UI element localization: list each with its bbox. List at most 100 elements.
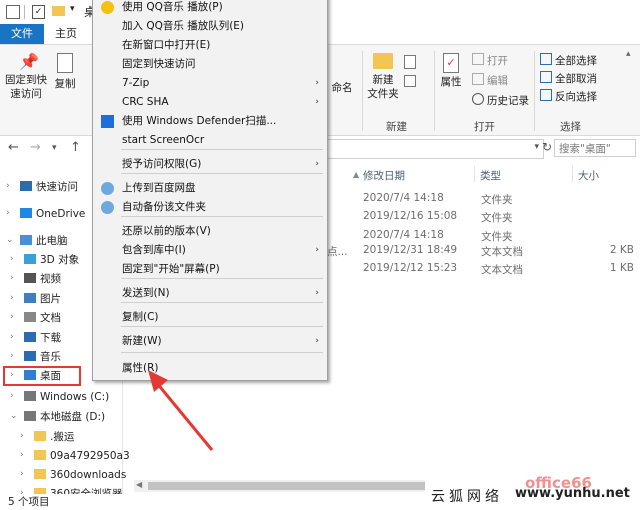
menu-item[interactable]: 加入 QQ音乐 播放队列(E) bbox=[93, 17, 327, 36]
nav-item[interactable]: 360downloads bbox=[34, 466, 126, 484]
menu-item[interactable]: 复制(C) bbox=[93, 308, 327, 327]
nav-item[interactable]: Windows (C:) bbox=[24, 388, 109, 406]
scroll-left-icon[interactable]: ◀ bbox=[136, 480, 142, 489]
menu-item[interactable]: 固定到"开始"屏幕(P) bbox=[93, 260, 327, 279]
expand-chevron-icon[interactable]: › bbox=[10, 312, 14, 322]
nav-item[interactable]: 图片 bbox=[24, 290, 61, 308]
properties-button[interactable]: ✓ 属性 bbox=[438, 53, 464, 89]
expand-chevron-icon[interactable]: › bbox=[20, 450, 24, 460]
menu-item[interactable]: 发送到(N) › bbox=[93, 284, 327, 303]
submenu-arrow-icon: › bbox=[315, 288, 319, 298]
easy-access-icon[interactable] bbox=[404, 75, 416, 87]
nav-item[interactable]: 文档 bbox=[24, 309, 61, 327]
edit-button[interactable]: 编辑 bbox=[472, 73, 508, 88]
recent-dropdown-icon[interactable]: ▾ bbox=[52, 143, 57, 153]
menu-item[interactable]: start ScreenOcr bbox=[93, 131, 327, 150]
nav-item-label: OneDrive bbox=[36, 208, 86, 220]
document-icon bbox=[24, 312, 36, 322]
submenu-arrow-icon: › bbox=[315, 159, 319, 169]
nav-item[interactable]: .搬运 bbox=[34, 428, 74, 446]
search-input[interactable]: 搜索"桌面" bbox=[554, 139, 636, 157]
ribbon-collapse-icon[interactable]: ▴ bbox=[626, 49, 631, 59]
expand-chevron-icon[interactable]: › bbox=[10, 391, 14, 401]
file-name-tail[interactable]: 点... bbox=[327, 244, 348, 259]
qat-dropdown-icon[interactable]: ▾ bbox=[70, 4, 75, 14]
nav-item-label: 下载 bbox=[40, 332, 61, 344]
nav-item[interactable]: 3D 对象 bbox=[24, 251, 79, 269]
expand-chevron-icon[interactable]: › bbox=[10, 254, 14, 264]
menu-item-label: 复制(C) bbox=[122, 311, 159, 323]
menu-item[interactable]: 7-Zip › bbox=[93, 74, 327, 93]
pin-quick-access-button[interactable]: 📌 固定到快 速访问 bbox=[4, 53, 48, 101]
nav-item[interactable]: 下载 bbox=[24, 329, 61, 347]
nav-item-label: 3D 对象 bbox=[40, 254, 80, 266]
expand-chevron-icon[interactable]: › bbox=[20, 431, 24, 441]
group-select-label: 选择 bbox=[560, 121, 581, 133]
nav-item-label: 视频 bbox=[40, 273, 61, 285]
refresh-icon[interactable]: ↻ bbox=[542, 140, 552, 154]
nav-item[interactable]: 09a4792950a3 bbox=[34, 447, 130, 465]
menu-item[interactable]: 新建(W) › bbox=[93, 332, 327, 351]
picture-icon bbox=[24, 293, 36, 303]
new-folder-button[interactable]: 新建 文件夹 bbox=[366, 53, 400, 101]
expand-chevron-icon[interactable]: › bbox=[20, 469, 24, 479]
menu-item[interactable]: 使用 Windows Defender扫描... bbox=[93, 112, 327, 131]
invert-selection-button[interactable]: 反向选择 bbox=[540, 89, 597, 104]
nav-item-label: 09a4792950a3 bbox=[50, 450, 130, 462]
properties-icon: ✓ bbox=[443, 53, 459, 73]
tab-home[interactable]: 主页 bbox=[46, 24, 86, 44]
menu-item[interactable]: 在新窗口中打开(E) bbox=[93, 36, 327, 55]
file-size: 1 KB bbox=[609, 262, 634, 274]
nav-item[interactable]: 视频 bbox=[24, 270, 61, 288]
forward-arrow-icon[interactable]: → bbox=[30, 140, 41, 155]
open-button[interactable]: 打开 bbox=[472, 53, 508, 68]
column-header-date[interactable]: 修改日期 bbox=[363, 168, 405, 183]
menu-item[interactable]: 自动备份该文件夹 bbox=[93, 198, 327, 217]
nav-item[interactable]: 音乐 bbox=[24, 348, 61, 366]
baidu-cloud-icon bbox=[101, 182, 114, 195]
file-date: 2019/12/16 15:08 bbox=[363, 210, 458, 222]
file-type: 文本文档 bbox=[481, 264, 523, 276]
group-new-label: 新建 bbox=[386, 121, 407, 133]
back-arrow-icon[interactable]: ← bbox=[8, 140, 19, 155]
column-header-size[interactable]: 大小 bbox=[578, 168, 599, 183]
expand-chevron-icon[interactable]: › bbox=[10, 332, 14, 342]
select-all-button[interactable]: 全部选择 bbox=[540, 53, 597, 68]
expand-chevron-icon[interactable]: › bbox=[10, 293, 14, 303]
menu-item[interactable]: 使用 QQ音乐 播放(P) bbox=[93, 0, 327, 17]
edit-icon bbox=[472, 73, 484, 85]
menu-item[interactable]: 固定到快速访问 bbox=[93, 55, 327, 74]
menu-item[interactable]: 授予访问权限(G) › bbox=[93, 155, 327, 174]
qat-properties-icon[interactable]: ✓ bbox=[32, 5, 45, 19]
app-icon[interactable] bbox=[6, 5, 20, 19]
menu-item[interactable]: CRC SHA › bbox=[93, 93, 327, 112]
address-dropdown-icon[interactable]: ▾ bbox=[534, 142, 539, 152]
history-button[interactable]: 历史记录 bbox=[472, 93, 529, 108]
up-arrow-icon[interactable]: ↑ bbox=[70, 140, 81, 155]
tab-file[interactable]: 文件 bbox=[0, 24, 44, 44]
copy-button[interactable]: 复制 bbox=[52, 53, 78, 91]
expand-chevron-icon[interactable]: › bbox=[6, 181, 10, 191]
column-divider bbox=[572, 166, 573, 182]
nav-item[interactable]: 快速访问 bbox=[20, 178, 78, 196]
qat-folder-icon[interactable] bbox=[52, 6, 65, 16]
expand-chevron-icon[interactable]: ⌄ bbox=[6, 235, 14, 245]
menu-item[interactable]: 还原以前的版本(V) bbox=[93, 222, 327, 241]
submenu-arrow-icon: › bbox=[315, 245, 319, 255]
menu-item[interactable]: 上传到百度网盘 bbox=[93, 179, 327, 198]
expand-chevron-icon[interactable]: › bbox=[10, 351, 14, 361]
rename-button-partial[interactable]: 命名 bbox=[328, 81, 356, 95]
nav-item[interactable]: 本地磁盘 (D:) bbox=[24, 408, 105, 426]
new-item-icon[interactable] bbox=[404, 55, 416, 69]
column-header-type[interactable]: 类型 bbox=[480, 168, 501, 183]
expand-chevron-icon[interactable]: ⌄ bbox=[10, 411, 18, 421]
nav-item[interactable]: OneDrive bbox=[20, 205, 85, 223]
scrollbar-thumb[interactable] bbox=[148, 482, 444, 490]
nav-item-label: Windows (C:) bbox=[40, 391, 110, 403]
ribbon-separator bbox=[434, 51, 435, 131]
expand-chevron-icon[interactable]: › bbox=[10, 273, 14, 283]
expand-chevron-icon[interactable]: › bbox=[6, 208, 10, 218]
nav-item[interactable]: 此电脑 bbox=[20, 232, 68, 250]
menu-item[interactable]: 包含到库中(I) › bbox=[93, 241, 327, 260]
select-none-button[interactable]: 全部取消 bbox=[540, 71, 597, 86]
